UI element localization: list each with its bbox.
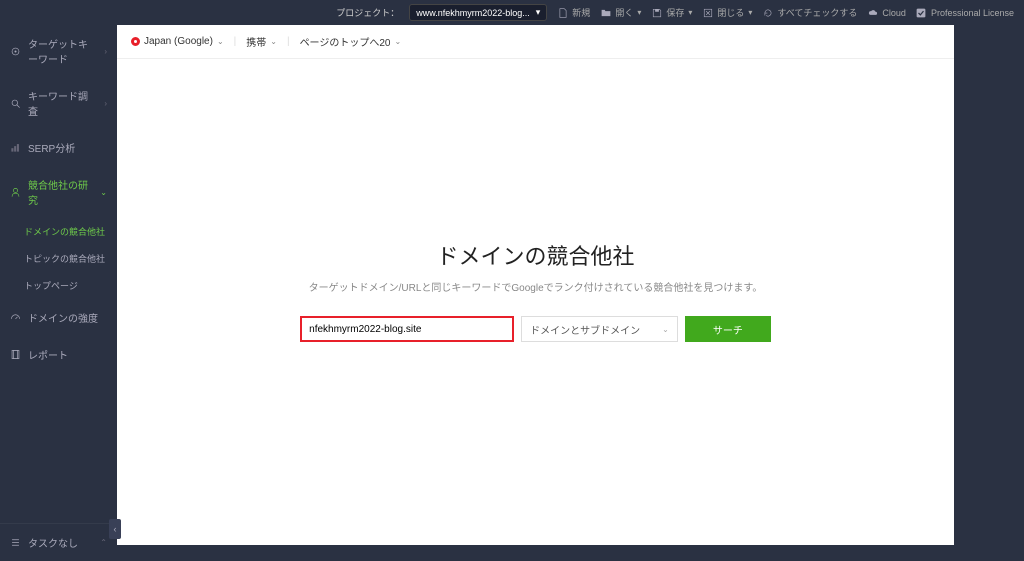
sidebar-item-label: タスクなし <box>28 535 78 550</box>
chevron-down-icon: ▾ <box>536 7 541 18</box>
page-title: ドメインの競合他社 <box>436 239 634 271</box>
scope-select[interactable]: ドメインとサブドメイン ⌄ <box>521 316 678 342</box>
sidebar-sub-label: ドメインの競合他社 <box>24 227 105 237</box>
sidebar-item-label: ターゲットキーワード <box>28 36 97 66</box>
open-button[interactable]: 開く ▾ <box>600 6 641 19</box>
chevron-down-icon: ⌄ <box>100 188 107 197</box>
check-icon <box>916 7 927 18</box>
close-icon <box>702 7 713 18</box>
refresh-icon <box>762 7 773 18</box>
main-panel: ‹ Japan (Google) ⌄ | 携帯 ⌄ | ページのトップへ20 ⌄ <box>117 25 954 545</box>
region-select[interactable]: Japan (Google) ⌄ <box>131 36 224 47</box>
topbar: プロジェクト： www.nfekhmyrm2022-blog... ▾ 新規 開… <box>0 0 1024 25</box>
device-select[interactable]: 携帯 ⌄ <box>246 34 277 49</box>
collapse-handle[interactable]: ‹ <box>109 519 121 539</box>
sidebar-item-label: キーワード調査 <box>28 88 97 118</box>
chevron-up-icon: ⌃ <box>100 538 107 547</box>
sidebar-sub-label: トピックの競合他社 <box>24 254 105 264</box>
main-content: ドメインの競合他社 ターゲットドメイン/URLと同じキーワードでGoogleでラ… <box>117 59 954 545</box>
folder-icon <box>600 7 611 18</box>
top-select[interactable]: ページのトップへ20 ⌄ <box>300 34 402 49</box>
people-icon <box>10 187 21 198</box>
main-header: Japan (Google) ⌄ | 携帯 ⌄ | ページのトップへ20 ⌄ <box>117 25 954 59</box>
sidebar-item-serp[interactable]: SERP分析 <box>0 129 117 166</box>
gauge-icon <box>10 312 21 323</box>
sidebar-sub-domain-competitors[interactable]: ドメインの競合他社 <box>0 218 117 245</box>
chevron-down-icon: ⌄ <box>217 37 224 46</box>
list-icon <box>10 537 21 548</box>
japan-flag-icon <box>131 37 140 46</box>
save-button[interactable]: 保存 ▾ <box>651 6 692 19</box>
search-row: ドメインとサブドメイン ⌄ サーチ <box>300 316 771 342</box>
file-icon <box>557 7 568 18</box>
close-button[interactable]: 閉じる ▾ <box>702 6 752 19</box>
license-badge[interactable]: Professional License <box>916 7 1014 18</box>
chevron-down-icon: ⌄ <box>270 37 277 46</box>
separator: | <box>287 36 290 47</box>
domain-input[interactable] <box>303 319 511 339</box>
chevron-down-icon: ▾ <box>637 8 641 17</box>
chevron-down-icon: ▾ <box>748 8 752 17</box>
sidebar-item-reports[interactable]: レポート <box>0 336 117 373</box>
sidebar-item-domain-strength[interactable]: ドメインの強度 <box>0 299 117 336</box>
sidebar-item-competitor[interactable]: 競合他社の研究 ⌄ <box>0 166 117 218</box>
chevron-down-icon: ⌄ <box>395 37 402 46</box>
project-label: プロジェクト： <box>336 6 399 19</box>
new-button[interactable]: 新規 <box>557 6 590 19</box>
page-subtitle: ターゲットドメイン/URLと同じキーワードでGoogleでランク付けされている競… <box>309 279 763 294</box>
project-value: www.nfekhmyrm2022-blog... <box>416 8 530 18</box>
sidebar-sub-label: トップページ <box>24 281 78 291</box>
sidebar-item-target-keywords[interactable]: ターゲットキーワード › <box>0 25 117 77</box>
sidebar: ターゲットキーワード › キーワード調査 › SERP分析 競 <box>0 25 117 561</box>
chevron-right-icon: › <box>104 47 107 56</box>
chevron-down-icon: ⌄ <box>662 325 669 334</box>
document-icon <box>10 349 21 360</box>
project-select[interactable]: www.nfekhmyrm2022-blog... ▾ <box>409 4 547 21</box>
save-icon <box>651 7 662 18</box>
separator: | <box>234 36 237 47</box>
chart-icon <box>10 142 21 153</box>
sidebar-item-tasks[interactable]: タスクなし ⌃ <box>0 524 117 561</box>
search-icon <box>10 98 21 109</box>
cloud-button[interactable]: Cloud <box>867 7 906 18</box>
sidebar-sub-topic-competitors[interactable]: トピックの競合他社 <box>0 245 117 272</box>
scope-label: ドメインとサブドメイン <box>530 322 640 337</box>
chevron-down-icon: ▾ <box>688 8 692 17</box>
checkall-button[interactable]: すべてチェックする <box>762 6 857 19</box>
sidebar-item-label: 競合他社の研究 <box>28 177 93 207</box>
search-button[interactable]: サーチ <box>685 316 771 342</box>
sidebar-item-keyword-research[interactable]: キーワード調査 › <box>0 77 117 129</box>
sidebar-item-label: レポート <box>28 347 68 362</box>
search-input-highlight <box>300 316 514 342</box>
chevron-right-icon: › <box>104 99 107 108</box>
sidebar-sub-top-pages[interactable]: トップページ <box>0 272 117 299</box>
cloud-icon <box>867 7 878 18</box>
sidebar-item-label: SERP分析 <box>28 140 75 155</box>
sidebar-item-label: ドメインの強度 <box>28 310 98 325</box>
target-icon <box>10 46 21 57</box>
